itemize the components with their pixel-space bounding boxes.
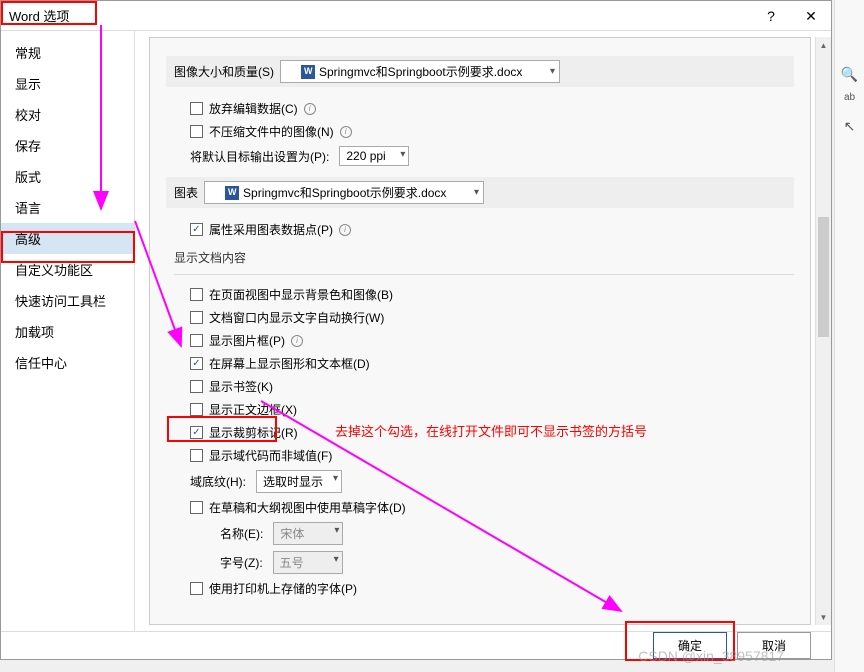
show-drawings-checkbox[interactable]: [190, 357, 203, 370]
font-name-combo: 宋体: [273, 522, 343, 545]
chart-header: 图表 Springmvc和Springboot示例要求.docx: [166, 177, 794, 208]
divider: [174, 274, 794, 275]
show-drawings-label: 在屏幕上显示图形和文本框(D): [209, 355, 370, 372]
draft-font-label: 在草稿和大纲视图中使用草稿字体(D): [209, 499, 406, 516]
show-bookmarks-label: 显示书签(K): [209, 378, 273, 395]
printer-fonts-label: 使用打印机上存储的字体(P): [209, 580, 357, 597]
field-shading-combo[interactable]: 选取时显示: [256, 470, 342, 493]
cancel-button[interactable]: 取消: [737, 632, 811, 659]
sidebar-item-advanced[interactable]: 高级: [1, 223, 134, 254]
font-size-label: 字号(Z):: [220, 554, 263, 571]
dialog-footer: 确定 取消: [1, 631, 831, 659]
sidebar-item-quick-access[interactable]: 快速访问工具栏: [1, 285, 134, 316]
sidebar-item-typography[interactable]: 版式: [1, 161, 134, 192]
image-quality-doc-name: Springmvc和Springboot示例要求.docx: [319, 63, 522, 80]
sidebar: 常规 显示 校对 保存 版式 语言 高级 自定义功能区 快速访问工具栏 加载项 …: [1, 31, 135, 631]
close-button[interactable]: ✕: [791, 1, 831, 31]
help-button[interactable]: ?: [751, 1, 791, 31]
chart-label: 图表: [174, 184, 198, 201]
show-text-bounds-checkbox[interactable]: [190, 403, 203, 416]
scroll-up-arrow[interactable]: ▲: [816, 37, 831, 53]
vertical-scrollbar[interactable]: ▲ ▼: [815, 37, 831, 625]
info-icon[interactable]: [339, 224, 351, 236]
image-quality-label: 图像大小和质量(S): [174, 63, 274, 80]
chart-data-checkbox[interactable]: [190, 223, 203, 236]
select-icon[interactable]: ↖: [840, 118, 860, 138]
wrap-text-label: 文档窗口内显示文字自动换行(W): [209, 309, 384, 326]
info-icon[interactable]: [340, 126, 352, 138]
show-crop-marks-label: 显示裁剪标记(R): [209, 424, 298, 441]
show-field-codes-label: 显示域代码而非域值(F): [209, 447, 332, 464]
sidebar-item-proofing[interactable]: 校对: [1, 99, 134, 130]
sidebar-item-language[interactable]: 语言: [1, 192, 134, 223]
chart-doc-select[interactable]: Springmvc和Springboot示例要求.docx: [204, 181, 484, 204]
replace-icon[interactable]: ab: [840, 92, 860, 112]
show-bookmarks-checkbox[interactable]: [190, 380, 203, 393]
field-shading-label: 域底纹(H):: [190, 473, 246, 490]
word-options-dialog: Word 选项 ? ✕ 常规 显示 校对 保存 版式 语言 高级 自定义功能区 …: [0, 0, 832, 660]
default-output-combo[interactable]: 220 ppi: [339, 146, 409, 166]
printer-fonts-checkbox[interactable]: [190, 582, 203, 595]
no-compress-label: 不压缩文件中的图像(N): [209, 123, 334, 140]
scroll-area[interactable]: 图像大小和质量(S) Springmvc和Springboot示例要求.docx…: [149, 37, 811, 625]
content-panel: 图像大小和质量(S) Springmvc和Springboot示例要求.docx…: [135, 31, 831, 631]
sidebar-item-trust-center[interactable]: 信任中心: [1, 347, 134, 378]
doc-content-title: 显示文档内容: [150, 241, 810, 270]
sidebar-item-display[interactable]: 显示: [1, 68, 134, 99]
word-doc-icon: [301, 65, 315, 79]
wrap-text-checkbox[interactable]: [190, 311, 203, 324]
bg-page-view-checkbox[interactable]: [190, 288, 203, 301]
sidebar-item-customize-ribbon[interactable]: 自定义功能区: [1, 254, 134, 285]
scroll-down-arrow[interactable]: ▼: [816, 609, 831, 625]
titlebar: Word 选项 ? ✕: [1, 1, 831, 31]
right-side-panel: 🔍 ab ↖: [834, 0, 864, 672]
sidebar-item-save[interactable]: 保存: [1, 130, 134, 161]
no-compress-checkbox[interactable]: [190, 125, 203, 138]
show-crop-marks-checkbox[interactable]: [190, 426, 203, 439]
scrollbar-thumb[interactable]: [818, 217, 829, 337]
annotation-text: 去掉这个勾选，在线打开文件即可不显示书签的方括号: [335, 421, 647, 440]
chart-doc-name: Springmvc和Springboot示例要求.docx: [243, 184, 446, 201]
show-placeholder-checkbox[interactable]: [190, 334, 203, 347]
image-quality-header: 图像大小和质量(S) Springmvc和Springboot示例要求.docx: [166, 56, 794, 87]
show-field-codes-checkbox[interactable]: [190, 449, 203, 462]
ok-button[interactable]: 确定: [653, 632, 727, 659]
font-size-combo: 五号: [273, 551, 343, 574]
sidebar-item-general[interactable]: 常规: [1, 37, 134, 68]
discard-edit-label: 放弃编辑数据(C): [209, 100, 298, 117]
info-icon[interactable]: [291, 335, 303, 347]
info-icon[interactable]: [304, 103, 316, 115]
dialog-title: Word 选项: [5, 6, 69, 25]
chart-data-label: 属性采用图表数据点(P): [209, 221, 333, 238]
image-quality-doc-select[interactable]: Springmvc和Springboot示例要求.docx: [280, 60, 560, 83]
find-icon[interactable]: 🔍: [840, 66, 860, 86]
default-output-label: 将默认目标输出设置为(P):: [190, 148, 329, 165]
font-name-label: 名称(E):: [220, 525, 263, 542]
draft-font-checkbox[interactable]: [190, 501, 203, 514]
discard-edit-checkbox[interactable]: [190, 102, 203, 115]
sidebar-item-addins[interactable]: 加载项: [1, 316, 134, 347]
bg-page-view-label: 在页面视图中显示背景色和图像(B): [209, 286, 393, 303]
word-doc-icon: [225, 186, 239, 200]
show-text-bounds-label: 显示正文边框(X): [209, 401, 297, 418]
show-placeholder-label: 显示图片框(P): [209, 332, 285, 349]
